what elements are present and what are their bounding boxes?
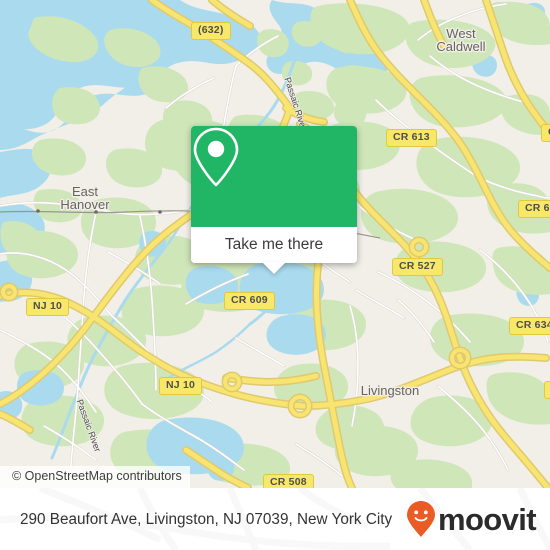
map-attribution[interactable]: © OpenStreetMap contributors xyxy=(0,466,190,488)
road-shield-cr613: CR 613 xyxy=(386,129,437,147)
road-shield-partial-right: N xyxy=(544,381,550,399)
map-canvas[interactable]: East Hanover West Caldwell Livingston Pass… xyxy=(0,0,550,488)
road-shield-cr527: CR 527 xyxy=(392,258,443,276)
moovit-wordmark: moovit xyxy=(437,501,537,537)
popup-header xyxy=(191,126,357,227)
road-shield-cr61: CR 61 xyxy=(518,200,550,218)
take-me-there-button-label[interactable]: Take me there xyxy=(225,237,323,253)
popup-action-row[interactable]: Take me there xyxy=(191,227,357,263)
moovit-brand[interactable]: moovit xyxy=(406,500,537,538)
road-shield-cr634: CR 634 xyxy=(509,317,550,335)
road-shield-632: (632) xyxy=(191,22,231,40)
popup-tail-pointer xyxy=(262,262,286,274)
road-shield-nj10-south: NJ 10 xyxy=(159,377,203,395)
footer-bar: 290 Beaufort Ave, Livingston, NJ 07039, … xyxy=(0,488,550,550)
address-text: 290 Beaufort Ave, Livingston, NJ 07039, … xyxy=(20,510,393,528)
road-shield-partial-top-right: CR xyxy=(541,124,550,142)
road-shield-cr508: CR 508 xyxy=(263,474,314,488)
road-shield-cr609: CR 609 xyxy=(224,292,275,310)
map-pin-icon xyxy=(193,127,239,187)
road-shield-nj10-west: NJ 10 xyxy=(26,298,70,316)
moovit-pin-logo-icon xyxy=(406,501,435,537)
moovit-map-screenshot: East Hanover West Caldwell Livingston Pass… xyxy=(0,0,550,550)
destination-popup-card[interactable]: Take me there xyxy=(191,126,357,274)
